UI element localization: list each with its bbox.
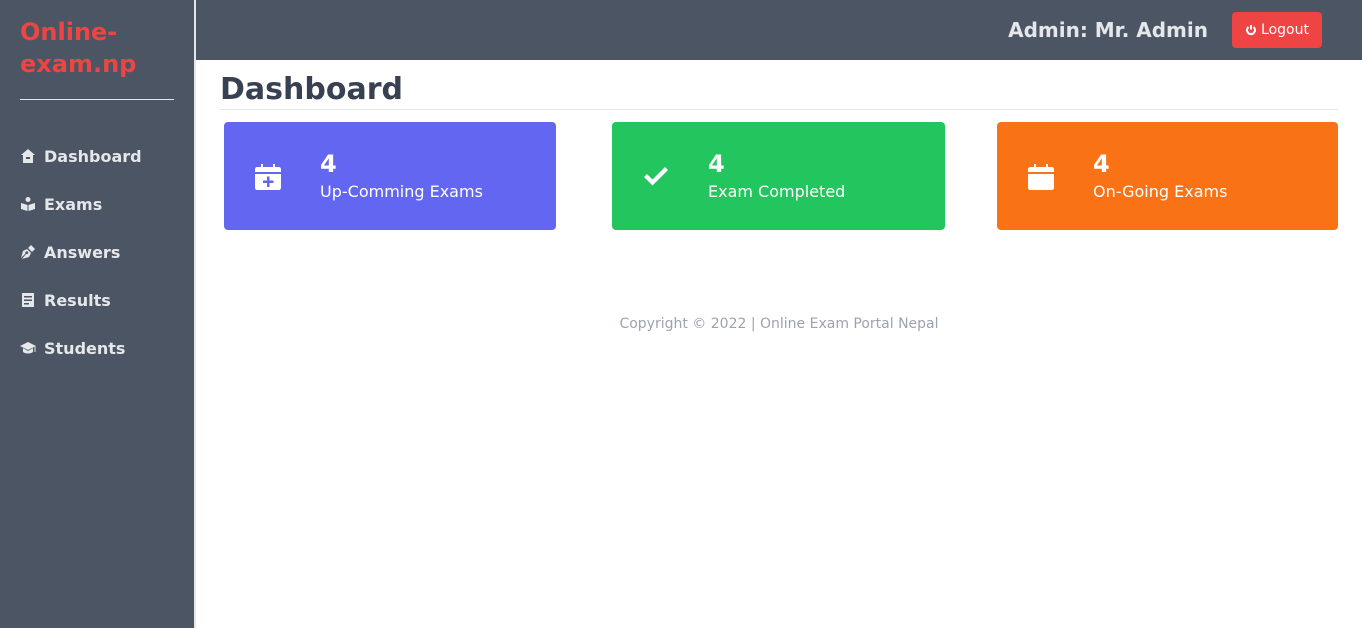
card-label: On-Going Exams xyxy=(1093,182,1228,201)
sidebar-item-label: Students xyxy=(44,338,126,358)
home-icon xyxy=(20,148,36,164)
card-label: Exam Completed xyxy=(708,182,846,201)
card-value: 4 xyxy=(320,150,337,178)
sidebar-item-students[interactable]: Students xyxy=(20,332,142,364)
admin-name: Admin: Mr. Admin xyxy=(1008,18,1208,42)
ongoing-exams-card[interactable]: 4 On-Going Exams xyxy=(997,122,1338,230)
card-value: 4 xyxy=(708,150,725,178)
logout-label: Logout xyxy=(1261,22,1309,38)
pen-nib-icon xyxy=(20,244,36,260)
page-title: Dashboard xyxy=(220,72,403,107)
sidebar-item-label: Exams xyxy=(44,194,103,214)
sidebar-item-label: Answers xyxy=(44,242,121,262)
sidebar-item-dashboard[interactable]: Dashboard xyxy=(20,140,142,172)
sidebar-item-label: Dashboard xyxy=(44,146,142,166)
calendar-icon xyxy=(1025,160,1057,192)
sidebar-item-results[interactable]: Results xyxy=(20,284,142,316)
file-list-icon xyxy=(20,292,36,308)
card-label: Up-Comming Exams xyxy=(320,182,483,201)
sidebar-border xyxy=(194,0,196,628)
sidebar-item-exams[interactable]: Exams xyxy=(20,188,142,220)
exam-completed-card[interactable]: 4 Exam Completed xyxy=(612,122,945,230)
top-bar: Admin: Mr. Admin Logout xyxy=(196,0,1362,60)
check-icon xyxy=(640,160,672,192)
graduation-cap-icon xyxy=(20,340,36,356)
brand-divider xyxy=(20,99,174,100)
footer-copyright: Copyright © 2022 | Online Exam Portal Ne… xyxy=(619,316,939,332)
card-value: 4 xyxy=(1093,150,1110,178)
calendar-plus-icon xyxy=(252,160,284,192)
sidebar-item-answers[interactable]: Answers xyxy=(20,236,142,268)
sidebar-item-label: Results xyxy=(44,290,111,310)
brand-logo[interactable]: Online-exam.np xyxy=(20,16,180,80)
logout-button[interactable]: Logout xyxy=(1232,12,1322,48)
upcoming-exams-card[interactable]: 4 Up-Comming Exams xyxy=(224,122,556,230)
power-icon xyxy=(1246,25,1257,36)
title-divider xyxy=(220,109,1338,110)
book-reader-icon xyxy=(20,196,36,212)
sidebar: Online-exam.np Dashboard Exams Answers R… xyxy=(0,0,194,628)
sidebar-nav: Dashboard Exams Answers Results Students xyxy=(20,140,142,380)
